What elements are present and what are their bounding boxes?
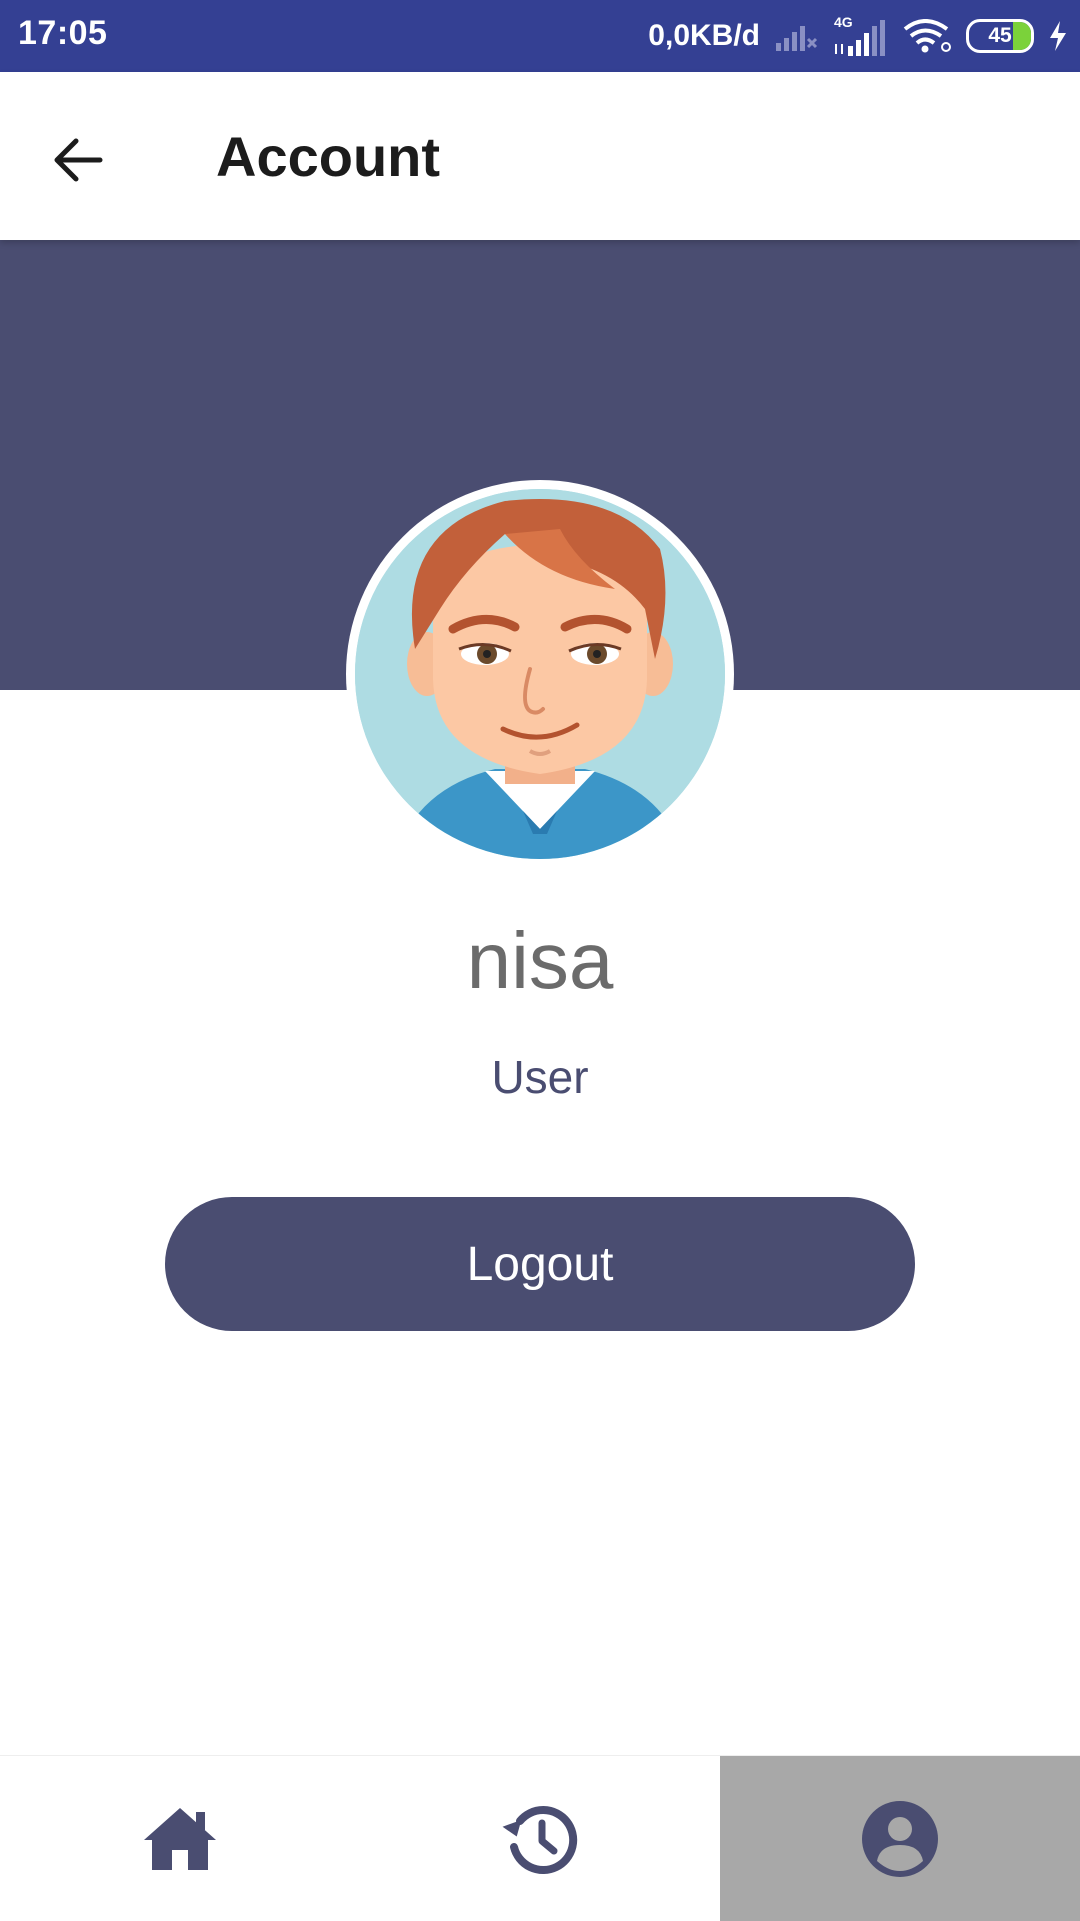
cartoon-man-avatar-icon xyxy=(355,489,725,859)
nav-history[interactable] xyxy=(360,1756,720,1921)
account-icon xyxy=(862,1800,938,1877)
charging-icon xyxy=(1050,21,1066,51)
bottom-nav xyxy=(0,1755,1080,1921)
wifi-icon xyxy=(903,19,951,53)
signal-4g: 4G xyxy=(832,14,888,58)
avatar xyxy=(346,480,734,868)
battery-icon: 45 xyxy=(966,19,1034,53)
username: nisa xyxy=(466,916,614,1005)
home-icon xyxy=(144,1807,216,1870)
status-bar: 17:05 0,0KB/d 4G 45 xyxy=(0,0,1080,72)
history-icon xyxy=(502,1805,578,1874)
avatar-image xyxy=(355,489,725,859)
nav-account[interactable] xyxy=(720,1756,1080,1921)
signal-icon xyxy=(835,20,885,56)
nav-home[interactable] xyxy=(0,1756,360,1921)
status-time: 17:05 xyxy=(18,14,108,52)
logout-button[interactable]: Logout xyxy=(165,1197,915,1331)
signal-x-icon xyxy=(776,26,818,51)
status-icons: 0,0KB/d 4G 45 xyxy=(648,10,1068,62)
page-title: Account xyxy=(216,125,440,188)
app-bar: Account xyxy=(0,72,1080,240)
battery-level: 45 xyxy=(988,24,1012,47)
arrow-left-icon xyxy=(54,138,103,182)
back-button[interactable] xyxy=(40,122,116,198)
net-speed: 0,0KB/d xyxy=(648,19,760,52)
user-role: User xyxy=(491,1051,589,1103)
